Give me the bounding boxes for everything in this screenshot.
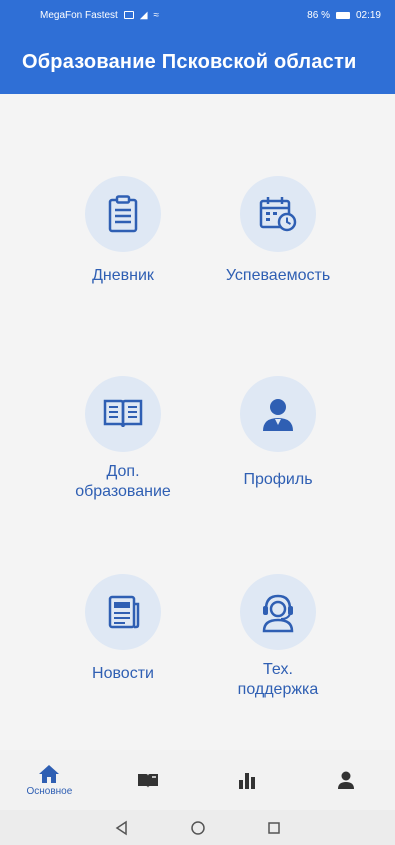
user-icon (263, 399, 293, 431)
nav-label-main: Основное (26, 785, 73, 797)
tile-label-diary: Дневник (92, 267, 154, 284)
tile-label-profile: Профиль (243, 471, 313, 488)
signal-icon: ◢ (139, 9, 148, 21)
battery-icon (335, 11, 350, 19)
nav-item-profile[interactable] (296, 750, 395, 810)
tile-icon-circle (85, 176, 161, 252)
tile-performance[interactable]: Успеваемость (193, 176, 363, 286)
tile-label-extra-education: Доп. образование (75, 463, 171, 500)
keyboard-icon (123, 11, 134, 19)
user-icon (337, 771, 354, 789)
tile-label-support: Тех. поддержка (237, 661, 319, 698)
support-headset-icon (262, 594, 294, 633)
newspaper-icon (108, 595, 140, 629)
status-bar: MegaFon Fastest ◢ ≈ 86 % 02:19 (0, 0, 395, 30)
tile-icon-circle (240, 574, 316, 650)
wifi-icon: ≈ (153, 9, 160, 21)
tile-extra-education[interactable]: Доп. образование (38, 376, 208, 502)
open-book-icon (103, 399, 143, 428)
tile-diary[interactable]: Дневник (38, 176, 208, 286)
calendar-clock-icon (259, 197, 297, 232)
battery-percent: 86 % (307, 9, 330, 21)
system-nav-bar (0, 810, 395, 845)
tile-icon-circle (240, 376, 316, 452)
tile-label-news: Новости (92, 665, 154, 682)
tile-profile[interactable]: Профиль (193, 376, 363, 490)
carrier-name: MegaFon Fastest (40, 9, 118, 21)
tile-icon-circle (240, 176, 316, 252)
bottom-nav: Основное (0, 750, 395, 810)
app-bar: Образование Псковской области (0, 30, 395, 94)
back-icon[interactable] (114, 820, 130, 836)
nav-item-stats[interactable] (198, 750, 297, 810)
tile-icon-circle (85, 376, 161, 452)
tile-support[interactable]: Тех. поддержка (193, 574, 363, 700)
recents-icon[interactable] (266, 820, 282, 836)
nav-item-main[interactable]: Основное (0, 750, 99, 810)
app-title: Образование Псковской области (22, 50, 357, 73)
status-time: 02:19 (355, 9, 381, 21)
home-icon (39, 764, 60, 783)
book-icon (138, 774, 159, 788)
menu-grid: Дневник Успеваемость Доп. образование Пр… (0, 94, 395, 750)
tile-label-performance: Успеваемость (225, 267, 331, 284)
clipboard-icon (108, 195, 138, 233)
bar-chart-icon (238, 773, 255, 789)
tile-news[interactable]: Новости (38, 574, 208, 684)
tile-icon-circle (85, 574, 161, 650)
home-circle-icon[interactable] (190, 820, 206, 836)
nav-item-book[interactable] (99, 750, 198, 810)
